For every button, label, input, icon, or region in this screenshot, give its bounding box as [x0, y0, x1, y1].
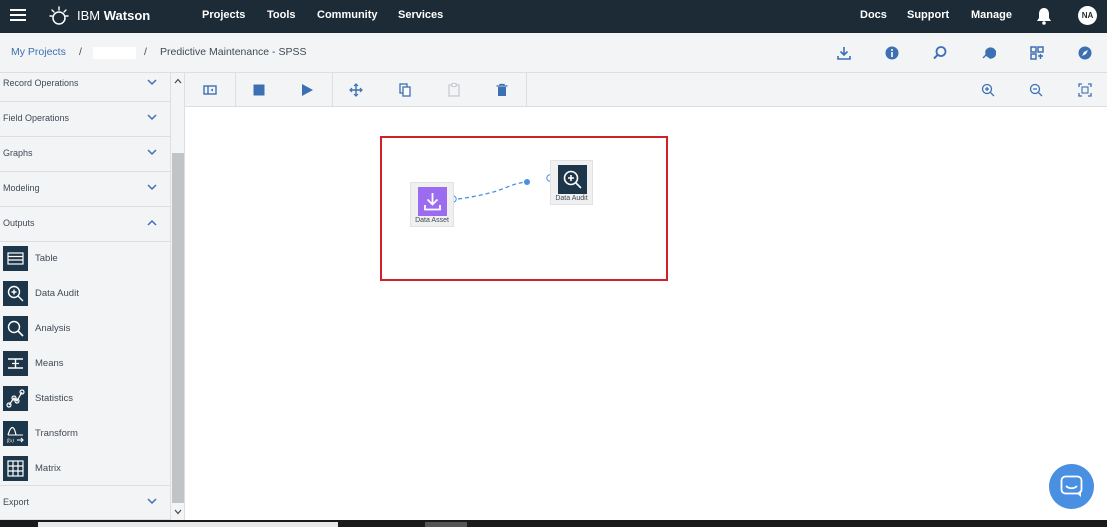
toolbar-divider [332, 73, 333, 107]
node-label: Matrix [35, 463, 61, 474]
flow-node-label: Data Asset [415, 217, 449, 224]
node-label: Analysis [35, 323, 71, 334]
palette-node-transform[interactable]: f(x) Transform [0, 416, 171, 451]
copy-icon[interactable] [397, 82, 413, 98]
node-label: Transform [35, 428, 78, 439]
download-icon[interactable] [836, 45, 852, 61]
search-icon [3, 316, 28, 341]
section-label: Export [3, 497, 30, 507]
sidebar-scrollbar[interactable] [171, 73, 185, 520]
section-label: Record Operations [3, 78, 79, 88]
toolbar-divider [235, 73, 236, 107]
top-navigation-bar: IBM Watson Projects Tools Community Serv… [0, 0, 1107, 33]
nav-docs[interactable]: Docs [860, 9, 887, 21]
scroll-down-icon[interactable] [174, 509, 182, 515]
toggle-palette-icon[interactable] [202, 82, 218, 98]
chevron-down-icon [147, 79, 157, 86]
scroll-up-icon[interactable] [174, 78, 182, 84]
chat-icon [1060, 475, 1083, 497]
move-icon[interactable] [348, 82, 364, 98]
section-label: Graphs [3, 148, 33, 158]
palette-node-matrix[interactable]: Matrix [0, 451, 171, 486]
flow-node-data-audit[interactable]: Data Audit [550, 160, 593, 205]
fit-to-screen-icon[interactable] [1077, 82, 1093, 98]
canvas-toolbar [185, 73, 1107, 107]
matrix-icon [3, 456, 28, 481]
palette-icon[interactable] [1029, 45, 1045, 61]
node-label: Statistics [35, 393, 74, 404]
run-icon[interactable] [299, 82, 315, 98]
taskbar-segment [425, 522, 467, 527]
section-label: Modeling [3, 183, 40, 193]
means-icon [3, 351, 28, 376]
find-icon[interactable] [932, 45, 948, 61]
statistics-icon [3, 386, 28, 411]
section-label: Field Operations [3, 113, 70, 123]
palette-section-outputs[interactable]: Outputs [0, 207, 171, 242]
zoom-in-icon[interactable] [980, 82, 996, 98]
nav-manage[interactable]: Manage [971, 9, 1012, 21]
zoom-in-icon [558, 165, 587, 194]
nav-projects[interactable]: Projects [202, 9, 245, 21]
nav-community[interactable]: Community [317, 9, 378, 21]
notification-bell-icon[interactable] [1036, 7, 1052, 25]
table-icon [3, 246, 28, 271]
chevron-down-icon [147, 184, 157, 191]
stop-icon[interactable] [251, 82, 267, 98]
node-palette-sidebar: Record Operations Field Operations Graph… [0, 73, 171, 520]
watson-logo-icon[interactable] [48, 5, 70, 27]
node-label: Table [35, 253, 58, 264]
brand-name[interactable]: IBM Watson [77, 8, 150, 23]
chevron-up-icon [147, 219, 157, 226]
palette-node-data-audit[interactable]: Data Audit [0, 276, 171, 311]
taskbar-strip [0, 520, 1107, 527]
chat-support-button[interactable] [1049, 464, 1094, 509]
node-label: Data Audit [35, 288, 79, 299]
flow-node-data-asset[interactable]: Data Asset [410, 182, 454, 227]
toolbar-divider [526, 73, 527, 107]
info-icon[interactable] [884, 45, 900, 61]
palette-section-record-operations[interactable]: Record Operations [0, 67, 171, 102]
zoom-in-icon [3, 281, 28, 306]
flow-node-label: Data Audit [555, 195, 588, 202]
palette-section-modeling[interactable]: Modeling [0, 172, 171, 207]
nav-tools[interactable]: Tools [267, 9, 296, 21]
palette-node-statistics[interactable]: Statistics [0, 381, 171, 416]
breadcrumb-project-redacted[interactable] [93, 47, 136, 59]
zoom-out-icon[interactable] [1028, 82, 1044, 98]
palette-section-field-operations[interactable]: Field Operations [0, 102, 171, 137]
breadcrumb-current-flow: Predictive Maintenance - SPSS [160, 46, 307, 58]
palette-node-means[interactable]: Means [0, 346, 171, 381]
breadcrumb-separator: / [79, 46, 82, 58]
explore-icon[interactable] [1077, 45, 1093, 61]
chevron-down-icon [147, 114, 157, 121]
menu-icon[interactable] [10, 9, 26, 23]
chevron-down-icon [147, 149, 157, 156]
user-avatar[interactable]: NA [1078, 6, 1097, 25]
scrollbar-thumb[interactable] [172, 153, 184, 503]
chevron-down-icon [147, 498, 157, 505]
brand-watson: Watson [103, 8, 151, 23]
palette-node-analysis[interactable]: Analysis [0, 311, 171, 346]
section-label: Outputs [3, 218, 35, 228]
node-link[interactable] [440, 170, 560, 210]
download-icon [418, 187, 447, 216]
node-label: Means [35, 358, 64, 369]
palette-section-export[interactable]: Export [0, 485, 171, 520]
palette-node-table[interactable]: Table [0, 241, 171, 276]
svg-text:f(x): f(x) [7, 439, 14, 444]
breadcrumb-separator: / [144, 46, 147, 58]
taskbar-segment [38, 522, 338, 527]
breadcrumb-my-projects[interactable]: My Projects [11, 46, 66, 58]
paste-icon[interactable] [446, 82, 462, 98]
delete-icon[interactable] [494, 82, 510, 98]
palette-section-graphs[interactable]: Graphs [0, 137, 171, 172]
brand-ibm: IBM [77, 8, 101, 23]
nav-support[interactable]: Support [907, 9, 949, 21]
nav-services[interactable]: Services [398, 9, 443, 21]
run-history-icon[interactable] [980, 45, 996, 61]
transform-icon: f(x) [3, 421, 28, 446]
